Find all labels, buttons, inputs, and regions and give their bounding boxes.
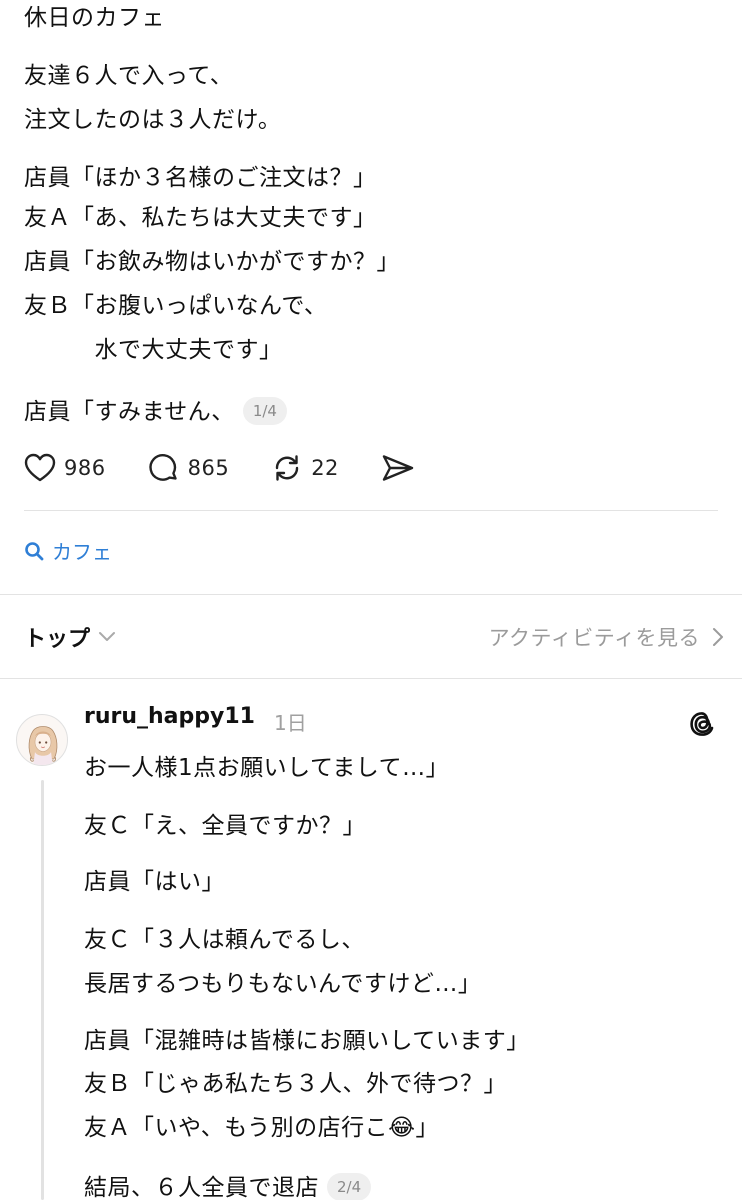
reply-line: 友Ｃ「３人は頼んでるし、 [84, 927, 365, 953]
action-bar: 986 865 22 [24, 448, 457, 488]
reply-line: 長居するつもりもないんですけど…」 [84, 971, 482, 997]
post-line: 友Ａ「あ、私たちは大丈夫です」 [24, 205, 377, 231]
view-activity-link[interactable]: アクティビティを見る [489, 622, 724, 652]
sort-label: トップ [24, 627, 91, 652]
send-icon [382, 455, 414, 481]
activity-label: アクティビティを見る [488, 626, 700, 650]
heart-icon [24, 453, 56, 482]
post-line: 店員「お飲み物はいかがですか？」 [24, 249, 400, 275]
repost-count: 22 [311, 456, 339, 480]
avatar[interactable] [16, 714, 68, 766]
reply-line-last: 結局、６人全員で退店 2/4 [84, 1172, 372, 1200]
post-line: 店員「ほか３名様のご注文は？」 [24, 165, 377, 191]
sort-dropdown[interactable]: トップ [24, 621, 116, 653]
post-line: 友達６人で入って、 [24, 63, 234, 89]
reply-username[interactable]: ruru_happy11 [84, 704, 255, 729]
repost-icon [275, 455, 299, 481]
share-button[interactable] [381, 453, 415, 483]
search-icon [25, 541, 44, 560]
avatar-illustration-icon [28, 726, 58, 765]
comment-button[interactable]: 865 [148, 452, 230, 484]
reply-line: 店員「混雑時は皆様にお願いしています」 [84, 1028, 530, 1054]
topic-tag[interactable]: カフェ [24, 536, 112, 565]
page-badge: 1/4 [242, 397, 287, 425]
comment-count: 865 [187, 456, 230, 480]
post-line: 注文したのは３人だけ。 [24, 107, 282, 133]
sort-bar: トップ アクティビティを見る [24, 612, 724, 662]
chevron-down-icon [99, 632, 116, 641]
like-button[interactable]: 986 [24, 453, 106, 483]
reply-line: 友Ｂ「じゃあ私たち３人、外で待つ？」 [84, 1071, 507, 1097]
page-badge: 2/4 [327, 1173, 372, 1200]
reply-line: お一人様1点お願いしてまして…」 [84, 755, 450, 781]
topic-label: カフェ [52, 540, 112, 564]
divider [0, 678, 742, 679]
post-line-last: 店員「すみません、 1/4 [24, 396, 287, 428]
post-line-text: 店員「すみません、 [24, 399, 235, 425]
threads-logo-icon[interactable] [686, 708, 718, 744]
thread-line [41, 780, 44, 1200]
reply-time: 1日 [274, 711, 307, 735]
reply-line: 友Ｃ「え、全員ですか？」 [84, 813, 366, 839]
reply-line-text: 結局、６人全員で退店 [84, 1175, 319, 1200]
reply-line: 友Ａ「いや、もう別の店行こ😂」 [84, 1115, 439, 1141]
post-line: 休日のカフェ [24, 5, 165, 31]
chevron-right-icon [713, 628, 723, 646]
repost-button[interactable]: 22 [271, 452, 339, 484]
like-count: 986 [64, 456, 106, 480]
reply-line: 店員「はい」 [84, 869, 225, 895]
comment-icon [148, 453, 177, 481]
divider [24, 510, 718, 511]
post-line: 水で大丈夫です」 [24, 337, 283, 363]
threads-icon [690, 712, 714, 736]
post-line: 友Ｂ「お腹いっぱいなんで、 [24, 293, 328, 319]
divider [0, 594, 742, 595]
